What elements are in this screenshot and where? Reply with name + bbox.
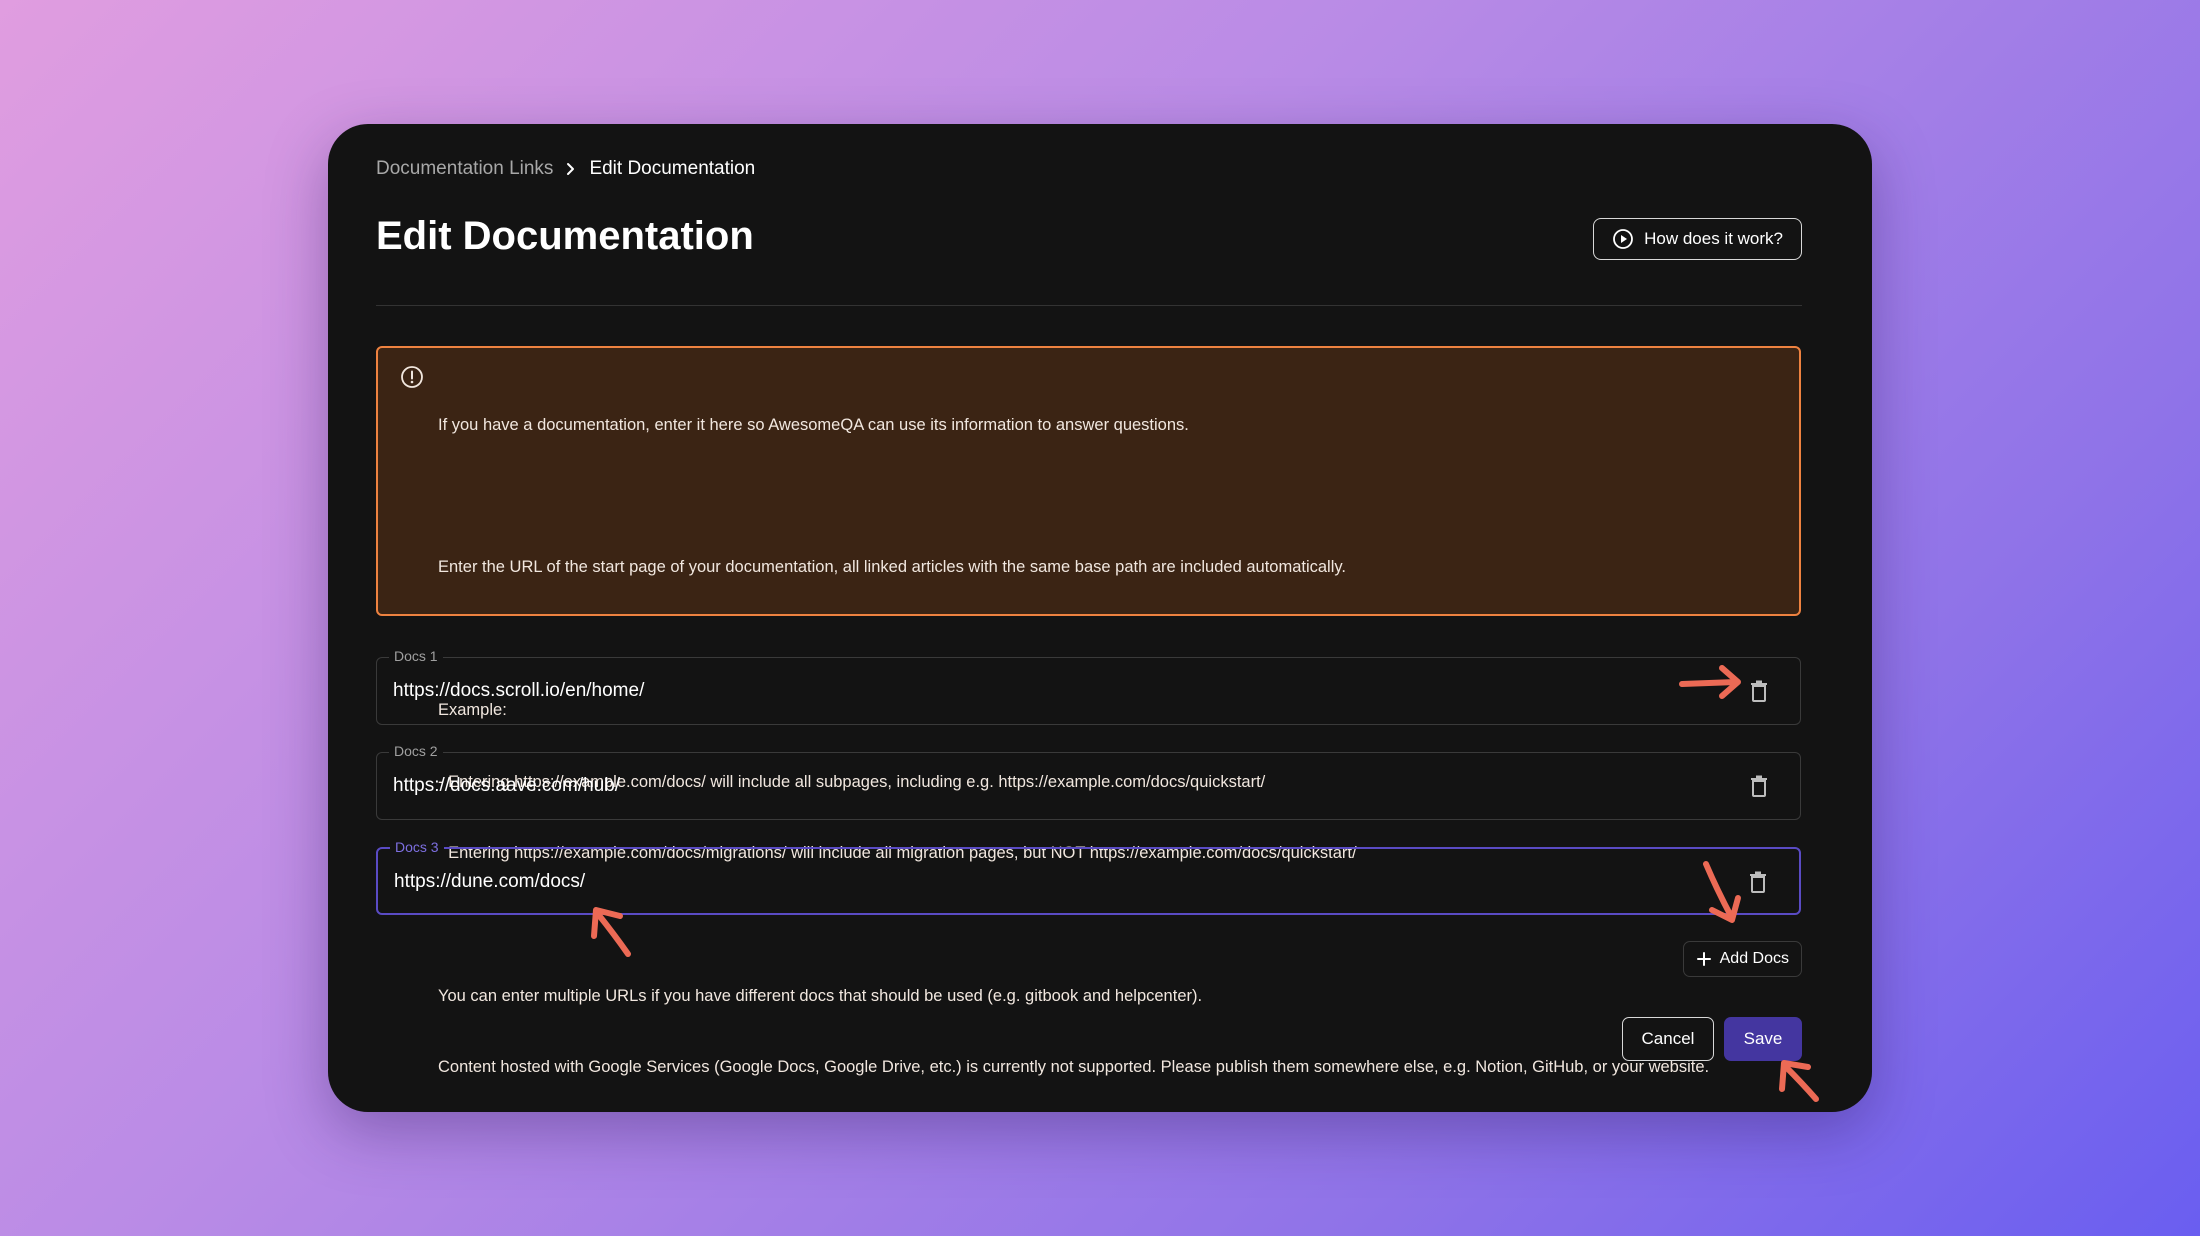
- docs-2-label: Docs 2: [389, 743, 443, 759]
- alert-line: [438, 485, 1779, 509]
- how-does-it-work-label: How does it work?: [1644, 229, 1783, 248]
- how-does-it-work-button[interactable]: How does it work?: [1593, 218, 1802, 260]
- alert-line: Content hosted with Google Services (Goo…: [438, 1058, 1710, 1077]
- alert-line: You can enter multiple URLs if you have …: [438, 986, 1203, 1005]
- annotation-arrow-icon: [1703, 861, 1741, 923]
- header-divider: [376, 305, 1802, 306]
- info-circle-icon: [400, 365, 424, 394]
- save-button[interactable]: Save: [1724, 1017, 1802, 1061]
- info-alert: If you have a documentation, enter it he…: [376, 346, 1801, 1076]
- cancel-button[interactable]: Cancel: [1622, 1017, 1714, 1061]
- annotation-arrow-icon: [1679, 665, 1741, 699]
- docs-1-label: Docs 1: [389, 648, 443, 664]
- page-title: Edit Documentation: [376, 214, 754, 258]
- alert-line: Enter the URL of the start page of your …: [438, 558, 1346, 577]
- breadcrumb-link-documentation-links[interactable]: Documentation Links: [376, 158, 553, 180]
- breadcrumb-current: Edit Documentation: [589, 158, 756, 179]
- trash-icon[interactable]: [1748, 678, 1770, 704]
- app-window: Documentation Links Edit Documentation E…: [328, 124, 1872, 1112]
- plus-icon: [1696, 951, 1712, 967]
- alert-line: [438, 628, 1779, 652]
- trash-icon[interactable]: [1747, 869, 1769, 895]
- docs-3-label: Docs 3: [390, 839, 444, 855]
- annotation-arrow-icon: [591, 907, 631, 957]
- docs-3-input[interactable]: https://dune.com/docs/: [394, 871, 585, 893]
- docs-1-field[interactable]: Docs 1 https://docs.scroll.io/en/home/: [376, 648, 1801, 725]
- docs-2-field[interactable]: Docs 2 https://docs.aave.com/hub/: [376, 743, 1801, 820]
- annotation-arrow-icon: [1779, 1060, 1819, 1102]
- alert-text: If you have a documentation, enter it he…: [438, 366, 1779, 1128]
- add-docs-button[interactable]: Add Docs: [1682, 941, 1802, 977]
- trash-icon[interactable]: [1748, 773, 1770, 799]
- alert-line: If you have a documentation, enter it he…: [438, 415, 1189, 434]
- play-circle-icon: [1612, 228, 1634, 250]
- add-docs-label: Add Docs: [1719, 950, 1789, 967]
- breadcrumb: Documentation Links Edit Documentation: [376, 158, 755, 180]
- docs-2-input[interactable]: https://docs.aave.com/hub/: [393, 775, 620, 797]
- chevron-right-icon: [565, 162, 577, 176]
- docs-1-input[interactable]: https://docs.scroll.io/en/home/: [393, 680, 644, 702]
